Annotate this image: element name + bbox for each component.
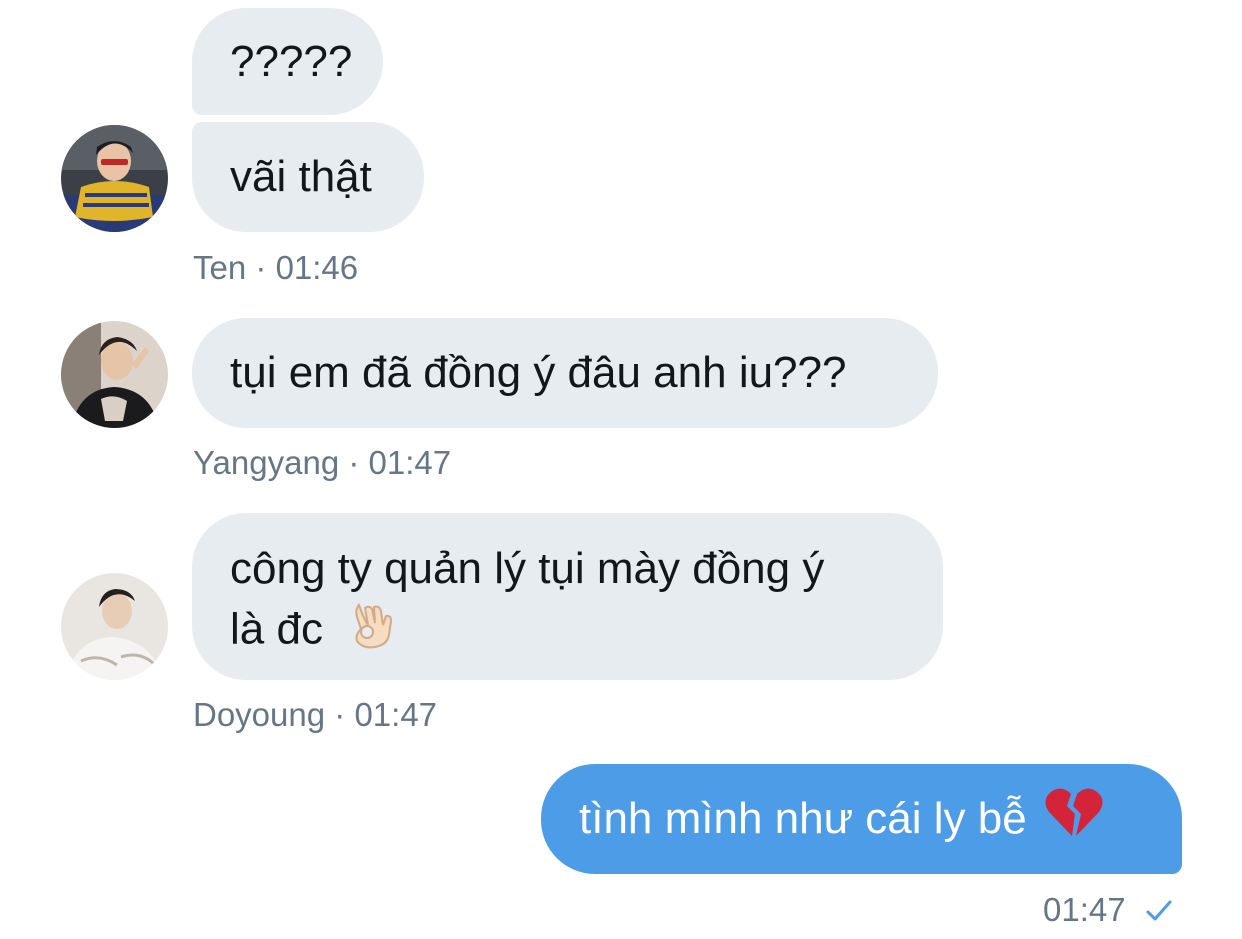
sender-name: Ten (193, 249, 247, 286)
avatar-ten[interactable] (61, 125, 168, 232)
message-meta: Yangyang · 01:47 (193, 443, 451, 483)
message-text: công ty quản lý tụi mày đồng ý (230, 544, 825, 593)
message-text-block: công ty quản lý tụi mày đồng ý là đc (230, 541, 824, 665)
timestamp: 01:47 (354, 696, 438, 733)
message-text: tình mình như cái ly bễ (579, 794, 1027, 843)
message-bubble-outgoing[interactable]: tình mình như cái ly bễ (541, 764, 1182, 874)
meta-separator: · (334, 696, 346, 733)
avatar-image (61, 321, 168, 428)
avatar-yangyang[interactable] (61, 321, 168, 428)
message-bubble-incoming[interactable]: công ty quản lý tụi mày đồng ý là đc (192, 513, 943, 680)
message-text-line2: là đc (230, 599, 824, 665)
timestamp: 01:46 (275, 249, 359, 286)
message-bubble-incoming[interactable]: tụi em đã đồng ý đâu anh iu??? (192, 318, 938, 428)
chat-conversation: { "messages": [ { "text": "?????" }, { "… (0, 0, 1242, 939)
checkmark-icon (1145, 892, 1173, 932)
message-bubble-incoming[interactable]: ????? (192, 8, 383, 115)
avatar-doyoung[interactable] (61, 573, 168, 680)
timestamp: 01:47 (368, 444, 452, 481)
broken-heart-emoji (1045, 786, 1103, 852)
message-bubble-incoming[interactable]: vãi thật (192, 122, 424, 232)
message-meta: Doyoung · 01:47 (193, 695, 437, 735)
message-text: vãi thật (230, 152, 372, 201)
meta-separator: · (348, 444, 360, 481)
avatar-image (61, 573, 168, 680)
message-text: tụi em đã đồng ý đâu anh iu??? (230, 348, 847, 397)
avatar-image (61, 125, 168, 232)
sender-name: Yangyang (193, 444, 340, 481)
message-text: là đc (230, 604, 323, 654)
message-text: ????? (230, 36, 353, 86)
meta-separator: · (255, 249, 267, 286)
sender-name: Doyoung (193, 696, 326, 733)
message-meta: Ten · 01:46 (193, 248, 358, 288)
own-message-meta: 01:47 (1043, 890, 1173, 932)
ok-hand-emoji (345, 599, 397, 665)
timestamp: 01:47 (1043, 891, 1126, 928)
